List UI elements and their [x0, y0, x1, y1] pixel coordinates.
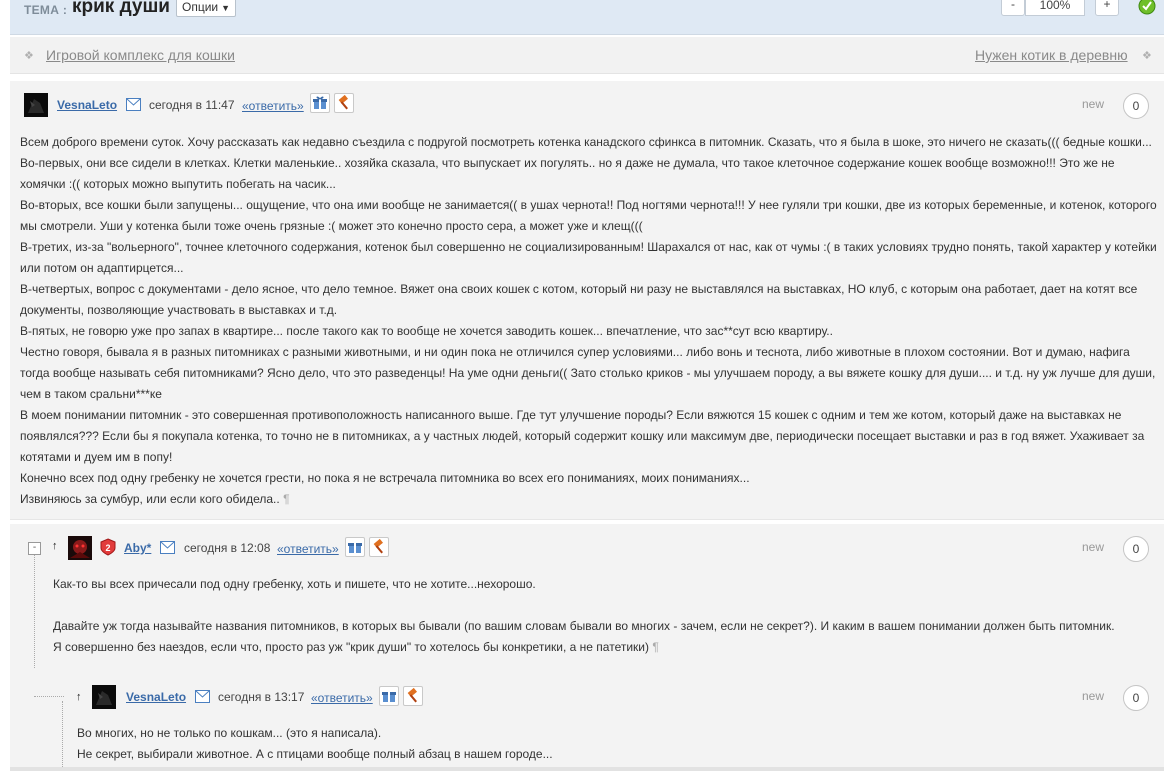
zoom-out-button[interactable]: - [1001, 0, 1025, 16]
reply-author[interactable]: VesnaLeto [126, 690, 186, 704]
post-paragraph: Конечно всех под одну гребенку не хочетс… [20, 471, 750, 485]
new-label: new [1082, 689, 1105, 703]
pilcrow-icon: ¶ [652, 640, 659, 654]
avatar-image-icon [24, 93, 48, 117]
prev-bullet-icon: ❖ [24, 50, 34, 62]
avatar[interactable] [92, 685, 116, 709]
post-paragraph: Всем доброго времени суток. Хочу рассказ… [20, 135, 1152, 149]
gift-icon[interactable] [345, 537, 365, 557]
topic-navigation: ❖ Игровой комплекс для кошки Нужен котик… [10, 37, 1164, 74]
zoom-level: 100% [1025, 0, 1085, 16]
avatar-image-icon [68, 536, 92, 560]
zoom-in-button[interactable]: + [1095, 0, 1119, 16]
gift-icon[interactable] [310, 93, 330, 113]
page-title: крик души [72, 0, 170, 17]
next-bullet-icon: ❖ [1142, 50, 1152, 62]
post: VesnaLeto сегодня в 11:47 «ответить» new… [10, 81, 1164, 520]
pilcrow-icon: ¶ [283, 492, 290, 506]
reply-line: Во многих, но не только по кошкам... (эт… [77, 726, 382, 740]
post-paragraph: В-третих, из-за "вольерного", точнее кле… [20, 240, 1157, 275]
hammer-icon[interactable] [334, 93, 354, 113]
reply-body: Во многих, но не только по кошкам... (эт… [77, 723, 1157, 765]
divider [10, 767, 1164, 771]
post-paragraph: Во-первых, они все сидели в клетках. Кле… [20, 156, 1115, 191]
post-date: сегодня в 11:47 [149, 98, 235, 112]
post-paragraph: В-пятых, не говорю уже про запах в кварт… [20, 324, 833, 338]
thread-connector [34, 696, 64, 697]
avatar-image-icon [92, 685, 116, 709]
post-paragraph: Честно говоря, бывала я в разных питомни… [20, 345, 1156, 401]
collapse-button[interactable]: - [28, 542, 41, 555]
reply-line: Я совершенно без наездов, если что, прос… [53, 640, 649, 654]
topic-label: ТЕМА : [24, 3, 68, 17]
new-label: new [1082, 540, 1105, 554]
mail-icon[interactable] [126, 98, 141, 111]
hammer-icon[interactable] [403, 686, 423, 706]
topic-header: ТЕМА : крик души Опции ▼ - 100% + [10, 0, 1164, 35]
reply-date: сегодня в 13:17 [218, 690, 305, 704]
reply-link[interactable]: «ответить» [277, 542, 339, 556]
reply-comment: - ↑ 2 Aby* сегодня в 12:08 «ответить» ne… [10, 524, 1164, 700]
reply-author[interactable]: Aby* [124, 541, 151, 555]
rating-count[interactable]: 0 [1123, 93, 1149, 119]
mail-icon[interactable] [195, 690, 210, 703]
reply-line: Не секрет, выбирали животное. А с птицам… [77, 747, 553, 761]
reply-line: Как-то вы всех причесали под одну гребен… [53, 577, 536, 591]
new-label: new [1082, 97, 1105, 111]
post-paragraph: Извиняюсь за сумбур, или если кого обиде… [20, 492, 280, 506]
post-meta: VesnaLeto сегодня в 11:47 «ответить» new… [24, 93, 1164, 119]
post-author[interactable]: VesnaLeto [57, 98, 117, 112]
parent-arrow-icon[interactable]: ↑ [52, 540, 58, 552]
svg-text:2: 2 [105, 543, 110, 553]
next-topic-link[interactable]: Нужен котик в деревню [975, 47, 1128, 63]
mail-icon[interactable] [160, 541, 175, 554]
rating-count[interactable]: 0 [1123, 685, 1149, 711]
checkmark-icon[interactable] [1138, 0, 1156, 15]
reply-line: Давайте уж тогда называйте названия пито… [53, 619, 1115, 633]
avatar[interactable] [24, 93, 48, 117]
thread-line [62, 701, 63, 771]
rating-count[interactable]: 0 [1123, 536, 1149, 562]
prev-topic-link[interactable]: Игровой комплекс для кошки [46, 47, 235, 63]
parent-arrow-icon[interactable]: ↑ [76, 691, 82, 703]
reply-date: сегодня в 12:08 [184, 541, 271, 555]
reply-link[interactable]: «ответить» [311, 691, 373, 705]
chevron-down-icon: ▼ [221, 3, 231, 13]
post-paragraph: В моем понимании питомник - это совершен… [20, 408, 1145, 464]
rank-badge-icon: 2 [100, 538, 116, 556]
reply-link[interactable]: «ответить» [242, 99, 304, 113]
reply-body: Как-то вы всех причесали под одну гребен… [53, 574, 1153, 658]
hammer-icon[interactable] [369, 537, 389, 557]
post-body: Всем доброго времени суток. Хочу рассказ… [20, 132, 1160, 510]
gift-icon[interactable] [379, 686, 399, 706]
options-dropdown[interactable]: Опции ▼ [176, 0, 237, 17]
post-paragraph: В-четвертых, вопрос с документами - дело… [20, 282, 1138, 317]
nested-reply-comment: ↑ VesnaLeto сегодня в 13:17 «ответить» n… [10, 669, 1164, 771]
avatar[interactable] [68, 536, 92, 560]
post-paragraph: Во-вторых, все кошки были запущены... ощ… [20, 198, 1157, 233]
options-label: Опции [182, 0, 219, 14]
